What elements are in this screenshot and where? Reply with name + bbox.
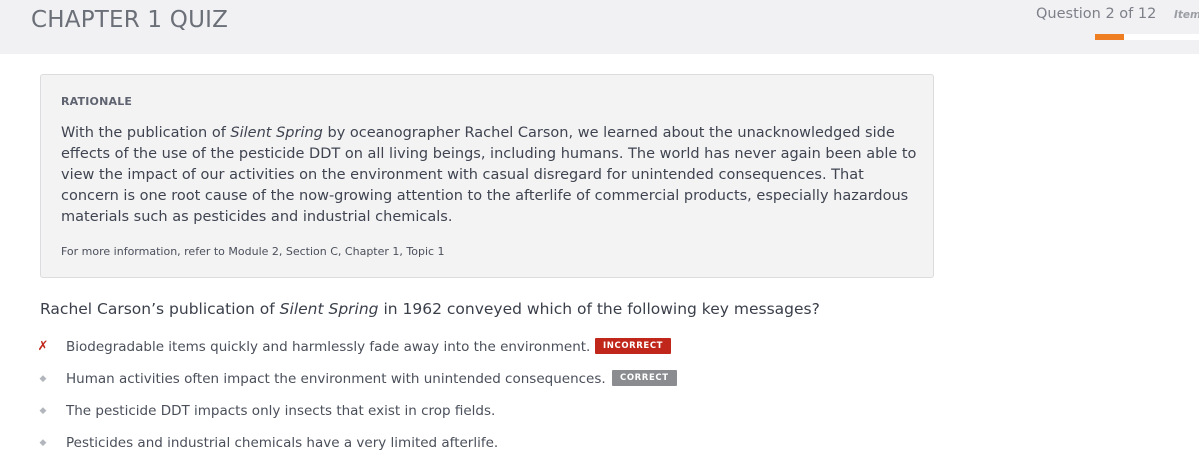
question-text: Rachel Carson’s publication of Silent Sp… bbox=[40, 300, 820, 318]
rationale-heading: RATIONALE bbox=[61, 95, 133, 108]
answer-text: Pesticides and industrial chemicals have… bbox=[66, 435, 499, 451]
diamond-bullet-icon: ◆ bbox=[39, 438, 47, 448]
question-counter: Question 2 of 12 bbox=[1036, 6, 1157, 22]
book-title: Silent Spring bbox=[230, 125, 323, 141]
rationale-text-start: With the publication of bbox=[61, 125, 231, 141]
quiz-header: CHAPTER 1 QUIZ Question 2 of 12 Item bbox=[0, 0, 1199, 54]
progress-bar bbox=[1095, 34, 1199, 40]
page-title: CHAPTER 1 QUIZ bbox=[31, 7, 229, 33]
diamond-bullet-icon: ◆ bbox=[39, 406, 47, 416]
question-text-end: in 1962 conveyed which of the following … bbox=[378, 300, 820, 318]
question-text-start: Rachel Carson’s publication of bbox=[40, 300, 280, 318]
answer-option[interactable]: ◆ Pesticides and industrial chemicals ha… bbox=[0, 433, 720, 455]
question-book-title: Silent Spring bbox=[279, 300, 379, 318]
more-info-reference: For more information, refer to Module 2,… bbox=[61, 245, 445, 258]
rationale-text: With the publication of Silent Spring by… bbox=[61, 123, 921, 228]
answer-option[interactable]: ✗ Biodegradable items quickly and harmle… bbox=[0, 337, 720, 359]
answer-text: Biodegradable items quickly and harmless… bbox=[66, 339, 591, 355]
progress-fill bbox=[1095, 34, 1125, 40]
x-mark-icon: ✗ bbox=[37, 339, 49, 354]
item-label: Item bbox=[1174, 9, 1199, 21]
diamond-bullet-icon: ◆ bbox=[39, 374, 47, 384]
incorrect-badge: INCORRECT bbox=[595, 338, 672, 354]
answer-text: Human activities often impact the enviro… bbox=[66, 371, 606, 387]
correct-badge: CORRECT bbox=[612, 370, 677, 386]
rationale-panel: RATIONALE With the publication of Silent… bbox=[40, 74, 934, 278]
answer-option[interactable]: ◆ Human activities often impact the envi… bbox=[0, 369, 720, 391]
answer-text: The pesticide DDT impacts only insects t… bbox=[66, 403, 496, 419]
answer-option[interactable]: ◆ The pesticide DDT impacts only insects… bbox=[0, 401, 720, 423]
